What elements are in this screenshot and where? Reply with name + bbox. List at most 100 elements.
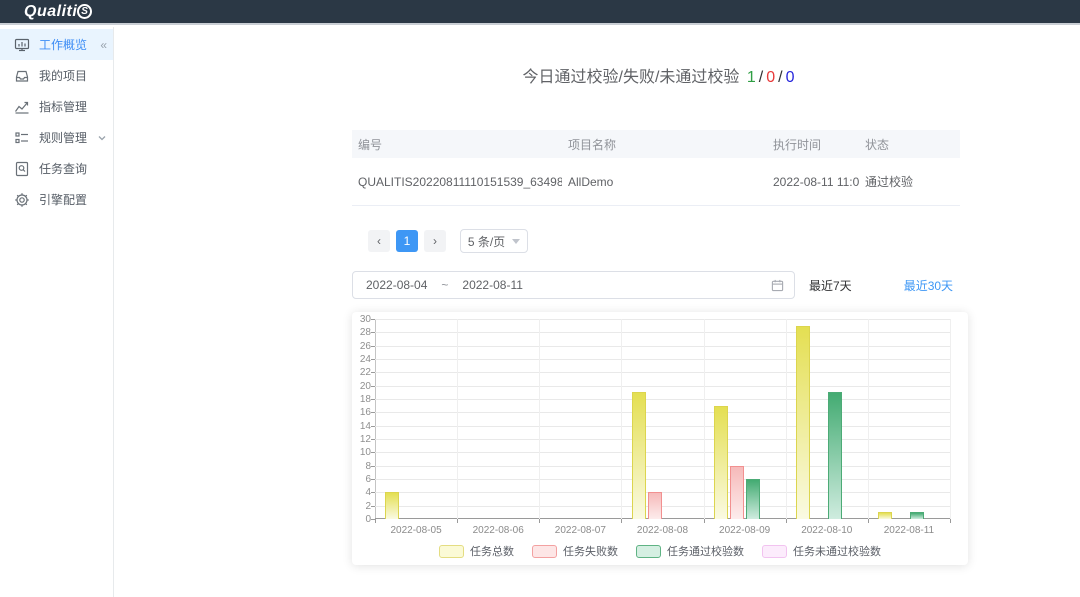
cell-exec-time: 2022-08-11 11:01:51 xyxy=(767,175,859,189)
tasks-bar-chart-card: 0246810121416182022242628302022-08-05202… xyxy=(352,312,968,565)
sidebar-item-task-query[interactable]: 任务查询 xyxy=(0,153,113,184)
sidebar-item-metrics[interactable]: 指标管理 xyxy=(0,91,113,122)
legend-swatch-icon xyxy=(636,545,661,558)
x-axis-tick xyxy=(704,519,705,523)
legend-item-任务通过校验数[interactable]: 任务通过校验数 xyxy=(636,543,744,559)
gridline xyxy=(375,359,950,360)
chart-bar-任务通过校验数 xyxy=(828,392,842,519)
metrics-icon xyxy=(14,99,30,115)
date-end-value: 2022-08-11 xyxy=(462,278,523,292)
gridline xyxy=(375,466,950,467)
gridline xyxy=(375,346,950,347)
y-axis-label: 18 xyxy=(351,394,371,405)
sidebar-item-label: 指标管理 xyxy=(39,98,87,115)
y-axis-tick xyxy=(371,506,375,507)
legend-item-任务失败数[interactable]: 任务失败数 xyxy=(532,543,618,559)
date-range-input[interactable]: 2022-08-04 ~ 2022-08-11 xyxy=(352,271,795,299)
y-axis-label: 8 xyxy=(351,461,371,472)
y-axis-label: 10 xyxy=(351,447,371,458)
page-size-select[interactable]: 5 条/页 xyxy=(460,229,528,253)
qualitis-logo: QualitiS xyxy=(24,3,92,21)
y-axis-tick xyxy=(371,492,375,493)
date-range-separator: ~ xyxy=(441,278,448,292)
date-filter-row: 2022-08-04 ~ 2022-08-11 最近7天 最近30天 xyxy=(352,271,968,299)
sidebar-item-overview[interactable]: 工作概览 « xyxy=(0,29,113,60)
title-text: 今日通过校验/失败/未通过校验 xyxy=(523,69,740,86)
gridline xyxy=(375,412,950,413)
x-axis-label: 2022-08-07 xyxy=(539,525,621,536)
col-header-status: 状态 xyxy=(859,136,960,153)
y-axis-label: 4 xyxy=(351,487,371,498)
cell-task-id: QUALITIS20220811110151539_634982 xyxy=(352,175,562,189)
last-30-days-button[interactable]: 最近30天 xyxy=(904,277,953,294)
count-separator: / xyxy=(759,69,763,86)
logo-s-badge: S xyxy=(77,4,92,19)
x-axis-tick xyxy=(375,519,376,523)
y-axis-tick xyxy=(371,426,375,427)
x-axis-tick xyxy=(539,519,540,523)
legend-label: 任务通过校验数 xyxy=(667,543,744,559)
chart-bar-任务通过校验数 xyxy=(746,479,760,519)
y-axis-label: 28 xyxy=(351,327,371,338)
y-axis-tick xyxy=(371,452,375,453)
page-1-button[interactable]: 1 xyxy=(396,230,418,252)
y-axis-label: 26 xyxy=(351,341,371,352)
legend-item-任务总数[interactable]: 任务总数 xyxy=(439,543,514,559)
cell-status: 通过校验 xyxy=(859,173,960,190)
sidebar-item-label: 工作概览 xyxy=(39,36,87,53)
gridline xyxy=(375,452,950,453)
task-search-icon xyxy=(14,161,30,177)
prev-page-button[interactable]: ‹ xyxy=(368,230,390,252)
chart-bar-任务失败数 xyxy=(648,492,662,519)
projects-icon xyxy=(14,68,30,84)
legend-swatch-icon xyxy=(762,545,787,558)
x-axis-label: 2022-08-09 xyxy=(704,525,786,536)
rules-icon xyxy=(14,130,30,146)
gridline xyxy=(375,479,950,480)
x-axis-tick xyxy=(950,519,951,523)
chart-bar-任务总数 xyxy=(796,326,810,519)
chart-bar-任务总数 xyxy=(878,512,892,519)
table-header-row: 编号 项目名称 执行时间 状态 xyxy=(352,130,960,158)
sidebar-item-my-projects[interactable]: 我的项目 xyxy=(0,60,113,91)
gridline xyxy=(375,426,950,427)
sidebar-item-engine-config[interactable]: 引擎配置 xyxy=(0,184,113,215)
category-splitline xyxy=(457,319,458,519)
sidebar-item-label: 引擎配置 xyxy=(39,191,87,208)
sidebar-item-label: 规则管理 xyxy=(39,129,87,146)
calendar-icon[interactable] xyxy=(771,279,784,292)
x-axis-tick xyxy=(786,519,787,523)
last-7-days-button[interactable]: 最近7天 xyxy=(809,277,852,294)
dashboard-icon xyxy=(14,37,30,53)
sidebar-item-label: 我的项目 xyxy=(39,67,87,84)
gridline xyxy=(375,492,950,493)
col-header-project: 项目名称 xyxy=(562,136,767,153)
y-axis-label: 0 xyxy=(351,514,371,525)
count-passed: 1 xyxy=(747,69,756,86)
logo-text: Qualiti xyxy=(24,3,77,21)
x-axis-label: 2022-08-05 xyxy=(375,525,457,536)
page-title: 今日通过校验/失败/未通过校验 1/0/0 xyxy=(352,63,968,87)
count-not-passed: 0 xyxy=(786,69,795,86)
x-axis-label: 2022-08-11 xyxy=(868,525,950,536)
sidebar-item-rules[interactable]: 规则管理 xyxy=(0,122,113,153)
page-size-value: 5 条/页 xyxy=(468,233,505,250)
gridline xyxy=(375,399,950,400)
gridline xyxy=(375,332,950,333)
count-failed: 0 xyxy=(766,69,775,86)
sidebar-collapse-toggle[interactable]: « xyxy=(100,38,107,52)
y-axis-tick xyxy=(371,466,375,467)
cell-project-name: AllDemo xyxy=(562,175,767,189)
y-axis-tick xyxy=(371,319,375,320)
legend-item-任务未通过校验数[interactable]: 任务未通过校验数 xyxy=(762,543,881,559)
y-axis-tick xyxy=(371,399,375,400)
legend-label: 任务未通过校验数 xyxy=(793,543,881,559)
x-axis-line xyxy=(375,518,950,519)
gridline xyxy=(375,372,950,373)
bar-chart-plot-area: 0246810121416182022242628302022-08-05202… xyxy=(375,319,950,519)
pagination: ‹ 1 › 5 条/页 xyxy=(368,229,528,253)
next-page-button[interactable]: › xyxy=(424,230,446,252)
y-axis-line xyxy=(375,319,376,519)
legend-label: 任务总数 xyxy=(470,543,514,559)
category-splitline xyxy=(950,319,951,519)
